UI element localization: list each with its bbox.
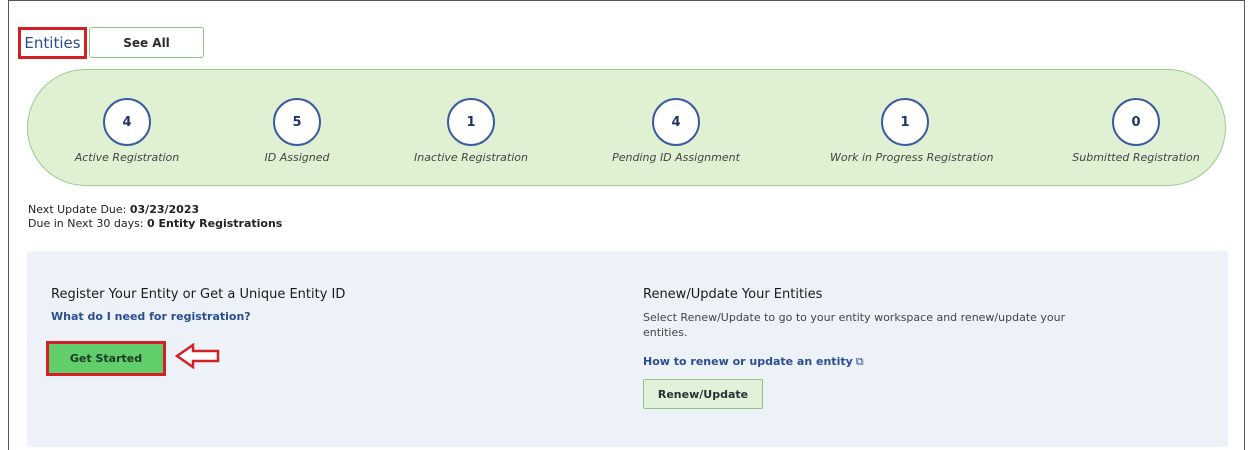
registration-requirements-link[interactable]: What do I need for registration? xyxy=(51,310,571,323)
tab-see-all[interactable]: See All xyxy=(89,27,204,58)
next-update-due: Next Update Due: 03/23/2023 xyxy=(28,203,282,217)
stat-label: Active Registration xyxy=(74,151,180,164)
renew-description: Select Renew/Update to go to your entity… xyxy=(643,311,1066,339)
due-next-30-days: Due in Next 30 days: 0 Entity Registrati… xyxy=(28,217,282,231)
get-started-button[interactable]: Get Started xyxy=(46,341,166,376)
due-value: 0 Entity Registrations xyxy=(147,217,283,230)
renew-update-button[interactable]: Renew/Update xyxy=(643,379,763,409)
stat-count: 0 xyxy=(1112,98,1160,146)
renew-section: Renew/Update Your Entities Select Renew/… xyxy=(643,287,1123,409)
stat-label: Inactive Registration xyxy=(414,151,528,164)
due-summary: Next Update Due: 03/23/2023 Due in Next … xyxy=(28,203,282,231)
stat-submitted-registration[interactable]: 0 Submitted Registration xyxy=(1061,98,1211,164)
stat-count: 5 xyxy=(273,98,321,146)
due-label: Due in Next 30 days: xyxy=(28,217,144,230)
stat-pending-id-assignment[interactable]: 4 Pending ID Assignment xyxy=(601,98,751,164)
stat-label: Work in Progress Registration xyxy=(830,151,994,164)
stat-count: 4 xyxy=(652,98,700,146)
left-arrow-icon xyxy=(175,343,220,369)
registration-status-summary: 4 Active Registration 5 ID Assigned 1 In… xyxy=(27,69,1226,186)
tab-entities[interactable]: Entities xyxy=(18,27,87,59)
stat-active-registration[interactable]: 4 Active Registration xyxy=(52,98,202,164)
stat-count: 1 xyxy=(881,98,929,146)
renew-help-link-row: How to renew or update an entity ⧉ xyxy=(643,350,1123,369)
stat-id-assigned[interactable]: 5 ID Assigned xyxy=(222,98,372,164)
stat-work-in-progress-registration[interactable]: 1 Work in Progress Registration xyxy=(830,98,994,164)
stat-label: Submitted Registration xyxy=(1072,151,1200,164)
stat-count: 1 xyxy=(447,98,495,146)
next-update-label: Next Update Due: xyxy=(28,203,127,216)
renew-help-link[interactable]: How to renew or update an entity xyxy=(643,355,853,368)
stat-inactive-registration[interactable]: 1 Inactive Registration xyxy=(396,98,546,164)
external-link-icon: ⧉ xyxy=(855,355,864,368)
register-section: Register Your Entity or Get a Unique Ent… xyxy=(46,287,571,376)
stat-label: Pending ID Assignment xyxy=(612,151,740,164)
stat-label: ID Assigned xyxy=(264,151,330,164)
next-update-value: 03/23/2023 xyxy=(129,203,200,216)
renew-title: Renew/Update Your Entities xyxy=(643,287,823,302)
registration-panel: Register Your Entity or Get a Unique Ent… xyxy=(27,251,1228,447)
stat-count: 4 xyxy=(103,98,151,146)
register-title: Register Your Entity or Get a Unique Ent… xyxy=(51,287,346,302)
